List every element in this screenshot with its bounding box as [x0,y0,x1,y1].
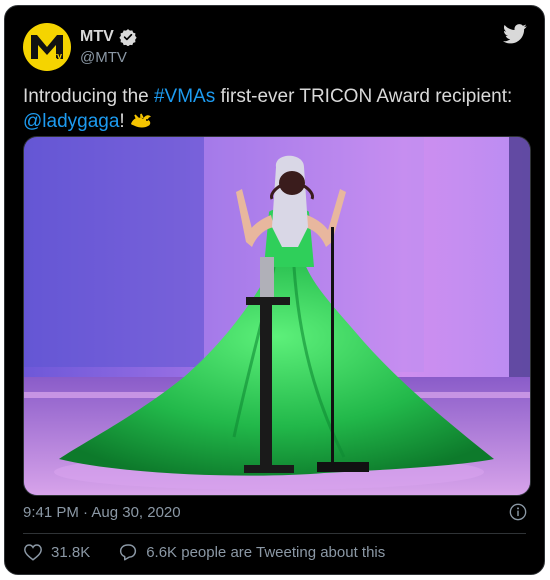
tweet-text-intro: Introducing the [23,86,154,107]
twitter-bird-icon[interactable] [503,23,527,45]
heart-icon [24,544,42,561]
tweet-actions: 31.8K 6.6K people are Tweeting about thi… [23,543,385,561]
mtv-logo-icon: tv [31,35,63,61]
mention-link[interactable]: @ladygaga [23,111,119,132]
tweet-card[interactable]: tv MTV @MTV Introducing the #VMAs first-… [4,5,545,575]
author-handle[interactable]: @MTV [80,49,127,66]
tweet-text-end: ! [119,111,125,132]
author-name[interactable]: MTV [80,28,114,46]
reply-button[interactable]: 6.6K people are Tweeting about this [118,543,385,561]
photo-lady-gaga-green-gown-icon [24,137,530,495]
verified-badge-icon [119,29,137,46]
avatar[interactable]: tv [23,23,71,71]
reply-label: 6.6K people are Tweeting about this [146,543,386,561]
like-count: 31.8K [51,543,91,561]
tweet-timestamp[interactable]: 9:41 PM · Aug 30, 2020 [23,504,181,521]
hashtag-link[interactable]: #VMAs [154,86,215,107]
info-icon[interactable] [509,503,527,521]
tweet-photo[interactable] [23,136,531,496]
tweet-text: Introducing the #VMAs first-ever TRICON … [23,84,528,138]
dragon-emoji-icon [129,111,153,138]
divider [23,533,526,534]
like-button[interactable]: 31.8K [23,543,90,561]
tweet-text-middle: first-ever TRICON Award recipient: [215,86,513,107]
reply-bubble-icon [120,544,137,561]
svg-text:tv: tv [54,51,62,61]
author-name-row[interactable]: MTV [80,28,137,46]
